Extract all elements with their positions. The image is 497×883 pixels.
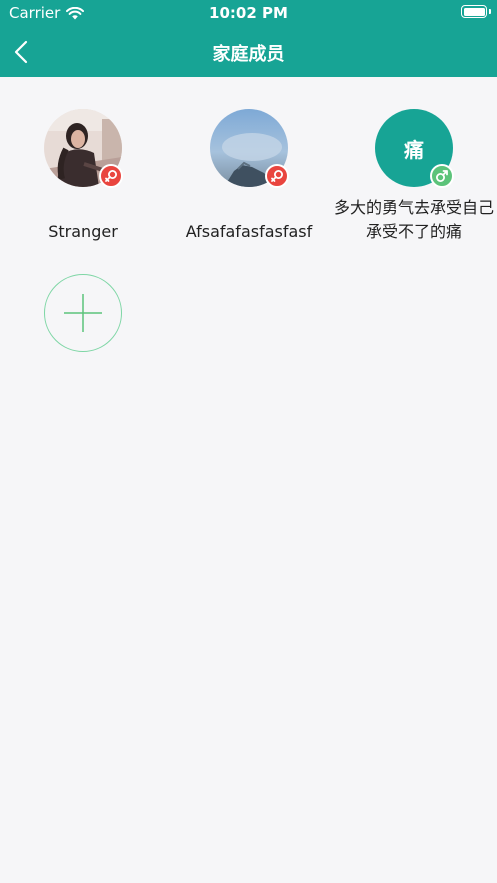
female-badge-icon bbox=[99, 164, 123, 188]
female-badge-icon bbox=[265, 164, 289, 188]
member-avatar[interactable] bbox=[210, 109, 289, 188]
plus-icon bbox=[64, 294, 102, 332]
status-time: 10:02 PM bbox=[209, 4, 288, 22]
status-bar: Carrier 10:02 PM bbox=[0, 0, 497, 26]
battery-tip bbox=[489, 9, 491, 14]
nav-bar: 家庭成员 bbox=[0, 26, 497, 77]
member-avatar[interactable]: 痛 bbox=[375, 109, 454, 188]
male-badge-icon bbox=[430, 164, 454, 188]
page-title: 家庭成员 bbox=[212, 44, 285, 65]
member-card[interactable]: Stranger bbox=[0, 109, 166, 244]
member-avatar[interactable] bbox=[44, 109, 123, 188]
member-name: Afsafafasfasfasf bbox=[185, 222, 313, 241]
member-name: 多大的勇气去承受自己承受不了的痛 bbox=[334, 198, 495, 241]
add-member-button[interactable] bbox=[44, 274, 122, 352]
member-card[interactable]: Afsafafasfasfasf bbox=[166, 109, 332, 244]
member-card[interactable]: 痛 多大的勇气去承受自己承受不了的痛 bbox=[331, 109, 497, 244]
header: Carrier 10:02 PM 家庭成员 bbox=[0, 0, 497, 77]
member-name: Stranger bbox=[48, 222, 118, 241]
battery-icon bbox=[461, 5, 487, 18]
